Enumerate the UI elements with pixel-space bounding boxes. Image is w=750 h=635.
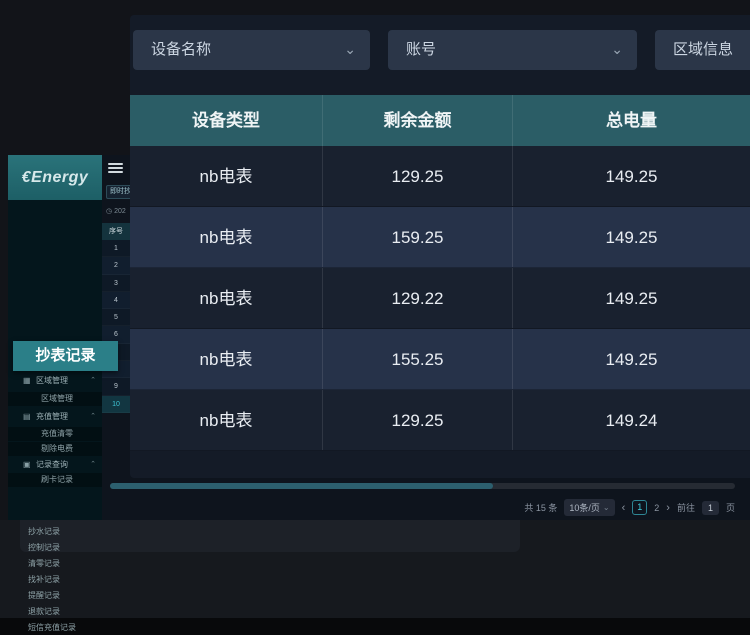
menu-toggle-icon[interactable] [108, 163, 123, 175]
index-row: 5 [102, 309, 130, 326]
goto-unit: 页 [726, 501, 735, 514]
device-name-select[interactable]: 设备名称 ⌄ [133, 30, 370, 70]
pagination-total: 共 15 条 [524, 501, 557, 514]
chevron-up-icon: ⌃ [90, 410, 96, 424]
sidebar-item-region-manage[interactable]: 区域管理 [8, 392, 102, 406]
prev-page-icon[interactable]: ‹ [622, 502, 626, 514]
chevron-up-icon: ⌃ [90, 458, 96, 472]
sidebar-item-recharge[interactable]: ▤ 充值管理 ⌃ [8, 410, 102, 424]
index-row: 4 [102, 292, 130, 309]
sidebar-item-meter-reading-active[interactable]: 抄表记录 [13, 341, 118, 371]
page-button-2[interactable]: 2 [654, 503, 659, 513]
logo-text: €Energy [22, 169, 89, 187]
sidebar-item-remind-records[interactable]: 提醒记录 [8, 589, 102, 602]
sidebar-item-control-records[interactable]: 控制记录 [8, 541, 102, 554]
index-column: 序号 1 2 3 4 5 6 7 8 9 10 [102, 223, 130, 413]
page-button-1[interactable]: 1 [632, 500, 647, 515]
detail-panel: 设备名称 ⌄ 账号 ⌄ 区域信息 设备类型 剩余金额 总电量 nb电表 129.… [130, 15, 750, 478]
table-row[interactable]: nb电表 129.25 149.25 [130, 146, 750, 207]
region-info-select[interactable]: 区域信息 [655, 30, 750, 70]
horizontal-scrollbar-thumb[interactable] [110, 483, 493, 489]
recharge-icon: ▤ [23, 410, 32, 424]
account-select[interactable]: 账号 ⌄ [388, 30, 637, 70]
col-device-type: 设备类型 [130, 95, 322, 146]
sidebar-item-region[interactable]: ▦ 区域管理 ⌃ [8, 374, 102, 388]
index-row: 9 [102, 378, 130, 395]
sidebar-item-clear-records[interactable]: 清零记录 [8, 557, 102, 570]
page-size-select[interactable]: 10条/页 ⌄ [564, 499, 614, 516]
index-row: 2 [102, 257, 130, 274]
sidebar-item-recharge-clear[interactable]: 充值清零 [8, 427, 102, 441]
bottom-black-strip [0, 618, 750, 635]
sidebar-item-records[interactable]: ▣ 记录查询 ⌃ [8, 458, 102, 472]
table-row[interactable]: nb电表 129.25 149.24 [130, 390, 750, 451]
col-balance: 剩余金额 [322, 95, 512, 146]
table-row[interactable]: nb电表 129.22 149.25 [130, 268, 750, 329]
chevron-down-icon: ⌄ [603, 503, 610, 512]
pagination: 共 15 条 10条/页 ⌄ ‹ 1 2 › 前往 1 页 [524, 499, 735, 516]
logo: €Energy [8, 155, 102, 200]
index-row: 3 [102, 275, 130, 292]
sidebar-item-water-reading[interactable]: 抄水记录 [8, 525, 102, 538]
goto-label: 前往 [677, 501, 695, 514]
next-page-icon[interactable]: › [666, 502, 670, 514]
chevron-up-icon: ⌃ [90, 374, 96, 388]
sidebar-item-adjust-records[interactable]: 找补记录 [8, 573, 102, 586]
region-icon: ▦ [23, 374, 32, 388]
table-row[interactable]: nb电表 159.25 149.25 [130, 207, 750, 268]
sidebar-item-sms-recharge-records[interactable]: 短信充值记录 [8, 621, 102, 634]
meter-table: 设备类型 剩余金额 总电量 nb电表 129.25 149.25 nb电表 15… [130, 95, 750, 451]
date-picker[interactable]: ◷ 202 [106, 207, 126, 215]
sidebar-item-deduct-fee[interactable]: 剔除电费 [8, 442, 102, 456]
index-row-active: 10 [102, 396, 130, 413]
col-total-power: 总电量 [512, 95, 750, 146]
table-row[interactable]: nb电表 155.25 149.25 [130, 329, 750, 390]
index-row: 1 [102, 240, 130, 257]
sidebar: €Energy ⟳ 收款管理 ⌄ ▦ 区域管理 ⌃ 区域管理 ▤ 充值管理 ⌃ … [8, 155, 102, 520]
goto-page-input[interactable]: 1 [702, 501, 719, 515]
records-icon: ▣ [23, 458, 32, 472]
chevron-down-icon: ⌄ [611, 30, 623, 70]
index-column-header: 序号 [102, 223, 130, 240]
clock-icon: ◷ [106, 208, 114, 215]
sidebar-item-card-records[interactable]: 刷卡记录 [8, 473, 102, 487]
sidebar-item-refund-records[interactable]: 退款记录 [8, 605, 102, 618]
chevron-down-icon: ⌄ [344, 30, 356, 70]
app-canvas: 即时抄表 ◷ 202 序号 1 2 3 4 5 6 7 8 9 10 共 15 … [0, 0, 750, 635]
table-header-row: 设备类型 剩余金额 总电量 [130, 95, 750, 146]
horizontal-scrollbar[interactable] [110, 483, 735, 489]
